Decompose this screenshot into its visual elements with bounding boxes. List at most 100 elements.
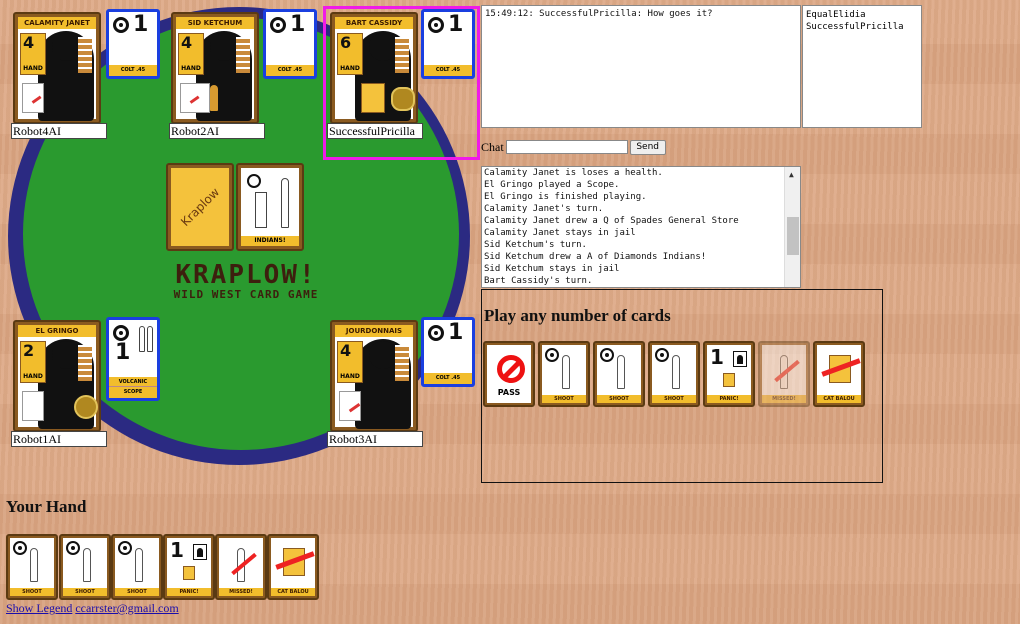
scroll-thumb[interactable] [787,217,799,255]
life-value: 4 [340,341,352,360]
range-one-icon: 1 [710,345,724,369]
silhouette-head-icon [369,33,397,61]
footer-links: Show Legend ccarrster@gmail.com [6,601,179,616]
range-value: 1 [133,12,149,37]
action-card-panic[interactable]: 1 PANIC! [703,341,755,407]
character-name: SID KETCHUM [176,17,254,29]
in-play-card[interactable] [22,83,44,113]
character-name: EL GRINGO [18,325,96,337]
range-target-icon [270,17,286,33]
hand-card-shoot[interactable]: SHOOT [111,534,163,600]
hand-card-cat-balou[interactable]: CAT BALOU [267,534,319,600]
character-card-me[interactable]: BART CASSIDY 6 HAND [330,12,418,124]
character-card-robot3[interactable]: JOURDONNAIS 4 HAND [330,320,418,432]
in-play-card[interactable] [180,83,210,113]
character-name: CALAMITY JANET [18,17,96,29]
in-play-card[interactable] [361,83,385,113]
card-label: SHOOT [542,395,586,403]
character-card-robot2[interactable]: SID KETCHUM 4 HAND [171,12,259,124]
chat-input[interactable] [505,140,628,154]
silhouette-head-icon [369,341,397,369]
log-line: El Gringo played a Scope. [484,180,620,190]
user-item: SuccessfulPricilla [806,22,904,32]
range-target-icon [428,17,444,33]
card-label: SHOOT [10,588,54,596]
card-label: PANIC! [707,395,751,403]
gun-card-robot4[interactable]: 1 COLT .45 [106,9,160,79]
card-label: SHOOT [63,588,107,596]
gun-card-me[interactable]: 1 COLT .45 [421,9,475,79]
hand-card-missed[interactable]: MISSED! [215,534,267,600]
bullet-icon [139,326,145,352]
gun-card-robot2[interactable]: 1 COLT .45 [263,9,317,79]
gun-label: VOLCANIC [109,377,157,387]
character-card-robot4[interactable]: CALAMITY JANET 4 HAND [13,12,101,124]
user-item: EqualElidia [806,10,866,20]
range-target-icon [113,17,129,33]
draw-deck[interactable]: Kraplow [166,163,234,251]
action-card-shoot[interactable]: SHOOT [538,341,590,407]
log-scrollbar[interactable]: ▲ [784,167,800,287]
life-value: 4 [23,33,35,52]
bullet-icon [617,355,625,389]
missed-mark-icon [26,88,42,104]
scroll-up-icon[interactable]: ▲ [789,169,794,181]
no-sign-icon [497,355,525,383]
action-card-missed: MISSED! [758,341,810,407]
in-play-card[interactable] [22,391,44,421]
life-value: 2 [23,341,35,360]
life-value: 6 [340,33,352,52]
chat-user-list[interactable]: EqualElidia SuccessfulPricilla [802,5,922,128]
chat-messages[interactable]: 15:49:12: SuccessfulPricilla: How goes i… [481,5,801,128]
gun-label: COLT .45 [424,373,472,384]
life-value: 4 [181,33,193,52]
hand-card-shoot[interactable]: SHOOT [6,534,58,600]
life-box: 2 HAND [20,341,46,383]
player-name-robot1: Robot1AI [11,431,107,447]
life-box: 4 HAND [178,33,204,75]
discard-label: INDIANS! [241,236,299,246]
player-name-robot4: Robot4AI [11,123,107,139]
target-icon [600,348,614,362]
character-card-robot1[interactable]: EL GRINGO 2 HAND [13,320,101,432]
person-icon [193,544,207,560]
action-card-shoot[interactable]: SHOOT [648,341,700,407]
logo-subtitle: WILD WEST CARD GAME [173,288,319,301]
life-box: 4 HAND [337,341,363,383]
target-icon [13,541,27,555]
action-card-cat-balou[interactable]: CAT BALOU [813,341,865,407]
action-title: Play any number of cards [484,306,671,325]
range-one-icon: 1 [170,538,184,562]
hand-label: HAND [23,373,43,380]
gun-label: COLT .45 [266,65,314,76]
pass-button[interactable]: PASS [483,341,535,407]
silhouette-head-icon [210,33,238,61]
log-line: Sid Ketchum's turn. [484,240,587,250]
log-line: Bart Cassidy's turn. [484,276,593,286]
show-legend-link[interactable]: Show Legend [6,601,72,615]
hand-card-panic[interactable]: 1 PANIC! [163,534,215,600]
heart-icon [343,395,361,413]
target-icon [118,541,132,555]
silhouette-head-icon [52,341,80,369]
hand-card-shoot[interactable]: SHOOT [59,534,111,600]
bullet-bars-icon [78,37,92,73]
card-label: SHOOT [597,395,641,403]
game-log[interactable]: Calamity Janet is loses a health. El Gri… [481,166,801,288]
bullet-icon [83,548,91,582]
action-card-shoot[interactable]: SHOOT [593,341,645,407]
in-play-card[interactable] [339,391,361,421]
bullet-icon [281,178,289,228]
silhouette-head-icon [52,33,80,61]
target-icon [545,348,559,362]
hand-label: HAND [23,65,43,72]
gun-card-robot3[interactable]: 1 COLT .45 [421,317,475,387]
gun-card-robot1[interactable]: 1 VOLCANIC SCOPE [106,317,160,401]
email-link[interactable]: ccarrster@gmail.com [75,601,178,615]
log-line: Calamity Janet is loses a health. [484,168,663,178]
gun-label: COLT .45 [424,65,472,76]
deputy-badge-icon [391,87,415,111]
send-button[interactable]: Send [629,139,666,155]
chat-label: Chat [481,139,504,154]
card-icon [183,566,195,580]
